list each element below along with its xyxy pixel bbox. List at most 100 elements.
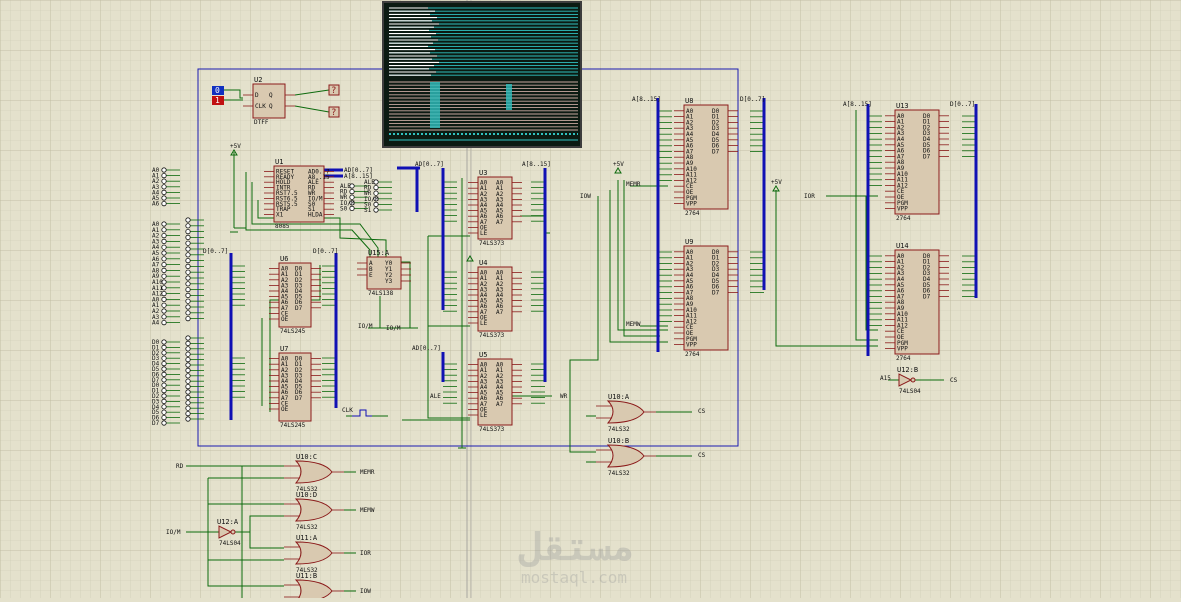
logic-state-probe-q[interactable]: ?	[328, 84, 340, 96]
input-terminal[interactable]	[161, 302, 167, 308]
input-terminal[interactable]	[161, 371, 167, 377]
input-terminal[interactable]	[161, 250, 167, 256]
input-terminal[interactable]	[161, 267, 167, 273]
input-terminal[interactable]	[161, 308, 167, 314]
logic-state-probe-qbar[interactable]: ?	[328, 106, 340, 118]
input-terminal[interactable]	[161, 173, 167, 179]
input-terminal[interactable]	[161, 404, 167, 410]
chip-reference: U15:A	[368, 249, 390, 257]
input-terminal[interactable]	[185, 223, 191, 229]
chip-u13[interactable]: U132764A0A1A2A3A4A5A6A7A8A9A10A11A12CEOE…	[885, 102, 949, 222]
input-terminal[interactable]	[161, 178, 167, 184]
input-terminal[interactable]	[161, 382, 167, 388]
input-terminal[interactable]	[161, 366, 167, 372]
input-terminal[interactable]	[185, 400, 191, 406]
chip-u1[interactable]: U18085RESETREADYHOLDINTRRST7.5RST6.5RST5…	[264, 158, 334, 230]
input-terminal[interactable]	[185, 394, 191, 400]
input-terminal[interactable]	[185, 229, 191, 235]
logic-probe-high[interactable]: 1	[212, 96, 224, 105]
chip-u8[interactable]: U82764A0A1A2A3A4A5A6A7A8A9A10A11A12CEOEP…	[674, 97, 738, 217]
input-terminal[interactable]	[185, 246, 191, 252]
input-terminal[interactable]	[161, 350, 167, 356]
input-terminal[interactable]	[185, 346, 191, 352]
input-terminal[interactable]	[185, 240, 191, 246]
input-terminal[interactable]	[185, 389, 191, 395]
input-terminal[interactable]	[161, 360, 167, 367]
input-terminal[interactable]	[185, 351, 191, 357]
input-terminal[interactable]	[185, 340, 191, 346]
logic-probe-low[interactable]: 0	[212, 86, 224, 95]
input-terminal[interactable]	[185, 304, 191, 310]
input-terminal[interactable]	[373, 207, 379, 213]
input-terminal[interactable]	[349, 189, 355, 195]
input-terminal[interactable]	[185, 234, 191, 240]
input-terminal[interactable]	[185, 367, 191, 373]
input-terminal[interactable]	[373, 190, 379, 196]
input-terminal[interactable]	[185, 281, 191, 287]
input-terminal[interactable]	[185, 275, 191, 281]
probe-qbar-text: ?	[331, 108, 336, 118]
input-terminal[interactable]	[185, 362, 191, 368]
input-terminal[interactable]	[185, 410, 191, 417]
input-terminal[interactable]	[161, 184, 167, 190]
input-terminal[interactable]	[161, 167, 167, 173]
input-terminal[interactable]	[185, 405, 191, 411]
net-label: +5V	[230, 143, 241, 150]
input-terminal[interactable]	[161, 355, 167, 361]
input-terminal[interactable]	[185, 298, 191, 304]
input-terminal[interactable]	[161, 238, 167, 244]
input-terminal[interactable]	[161, 344, 167, 350]
input-terminal[interactable]	[185, 310, 191, 316]
net-label: IO/M	[386, 325, 401, 332]
input-terminal[interactable]	[349, 205, 355, 211]
logic-analyzer-display[interactable]	[382, 1, 582, 148]
input-terminal[interactable]	[185, 373, 191, 379]
input-terminal[interactable]	[185, 269, 191, 275]
input-terminal[interactable]	[185, 252, 191, 258]
input-terminal[interactable]	[161, 377, 167, 383]
input-terminal[interactable]	[185, 292, 191, 298]
input-terminal[interactable]	[161, 296, 167, 302]
watermark: مستقل mostaql.com	[518, 525, 634, 587]
gate-part-number: 74LS32	[608, 426, 630, 433]
input-terminal[interactable]	[161, 420, 167, 426]
input-terminal[interactable]	[161, 201, 167, 207]
input-terminal[interactable]	[161, 387, 167, 394]
input-terminal[interactable]	[185, 356, 191, 363]
input-terminal[interactable]	[161, 256, 167, 262]
input-terminal[interactable]	[161, 233, 167, 239]
net-label: A[8..15]	[843, 101, 872, 108]
schematic-canvas[interactable]: U2 DTFF D CLK Q Q U1 8085 RESET READY HOLD INTR RST7…	[0, 0, 1181, 602]
input-terminal[interactable]	[161, 273, 167, 279]
input-terminal[interactable]	[185, 335, 191, 341]
net-label: A[8..15]	[632, 96, 661, 103]
input-terminal[interactable]	[373, 201, 379, 207]
input-terminal[interactable]	[185, 217, 191, 223]
input-terminal[interactable]	[161, 398, 167, 404]
input-terminal[interactable]	[185, 383, 191, 390]
input-terminal[interactable]	[161, 319, 167, 326]
chip-u9[interactable]: U92764A0A1A2A3A4A5A6A7A8A9A10A11A12CEOEP…	[674, 238, 738, 358]
chip-u14[interactable]: U142764A0A1A2A3A4A5A6A7A8A9A10A11A12CEOE…	[885, 242, 949, 362]
input-terminal[interactable]	[161, 227, 167, 233]
input-terminal[interactable]	[185, 286, 191, 293]
input-terminal[interactable]	[185, 315, 191, 322]
input-terminal[interactable]	[185, 257, 191, 264]
input-terminal[interactable]	[161, 221, 167, 227]
input-terminal[interactable]	[161, 189, 167, 195]
input-terminal[interactable]	[161, 393, 167, 399]
input-terminal[interactable]	[185, 263, 191, 269]
input-terminal[interactable]	[373, 185, 379, 191]
input-terminal[interactable]	[161, 195, 167, 201]
pin-label: D	[255, 92, 259, 99]
input-terminal[interactable]	[185, 416, 191, 422]
input-terminal[interactable]	[185, 378, 191, 384]
input-terminal[interactable]	[161, 244, 167, 250]
input-terminal[interactable]	[161, 414, 167, 421]
input-terminal[interactable]	[161, 314, 167, 320]
input-terminal[interactable]	[349, 194, 355, 200]
input-terminal[interactable]	[161, 339, 167, 345]
input-terminal[interactable]	[161, 409, 167, 415]
chip-part-number: 74LS138	[368, 290, 394, 297]
input-terminal[interactable]	[161, 261, 167, 268]
